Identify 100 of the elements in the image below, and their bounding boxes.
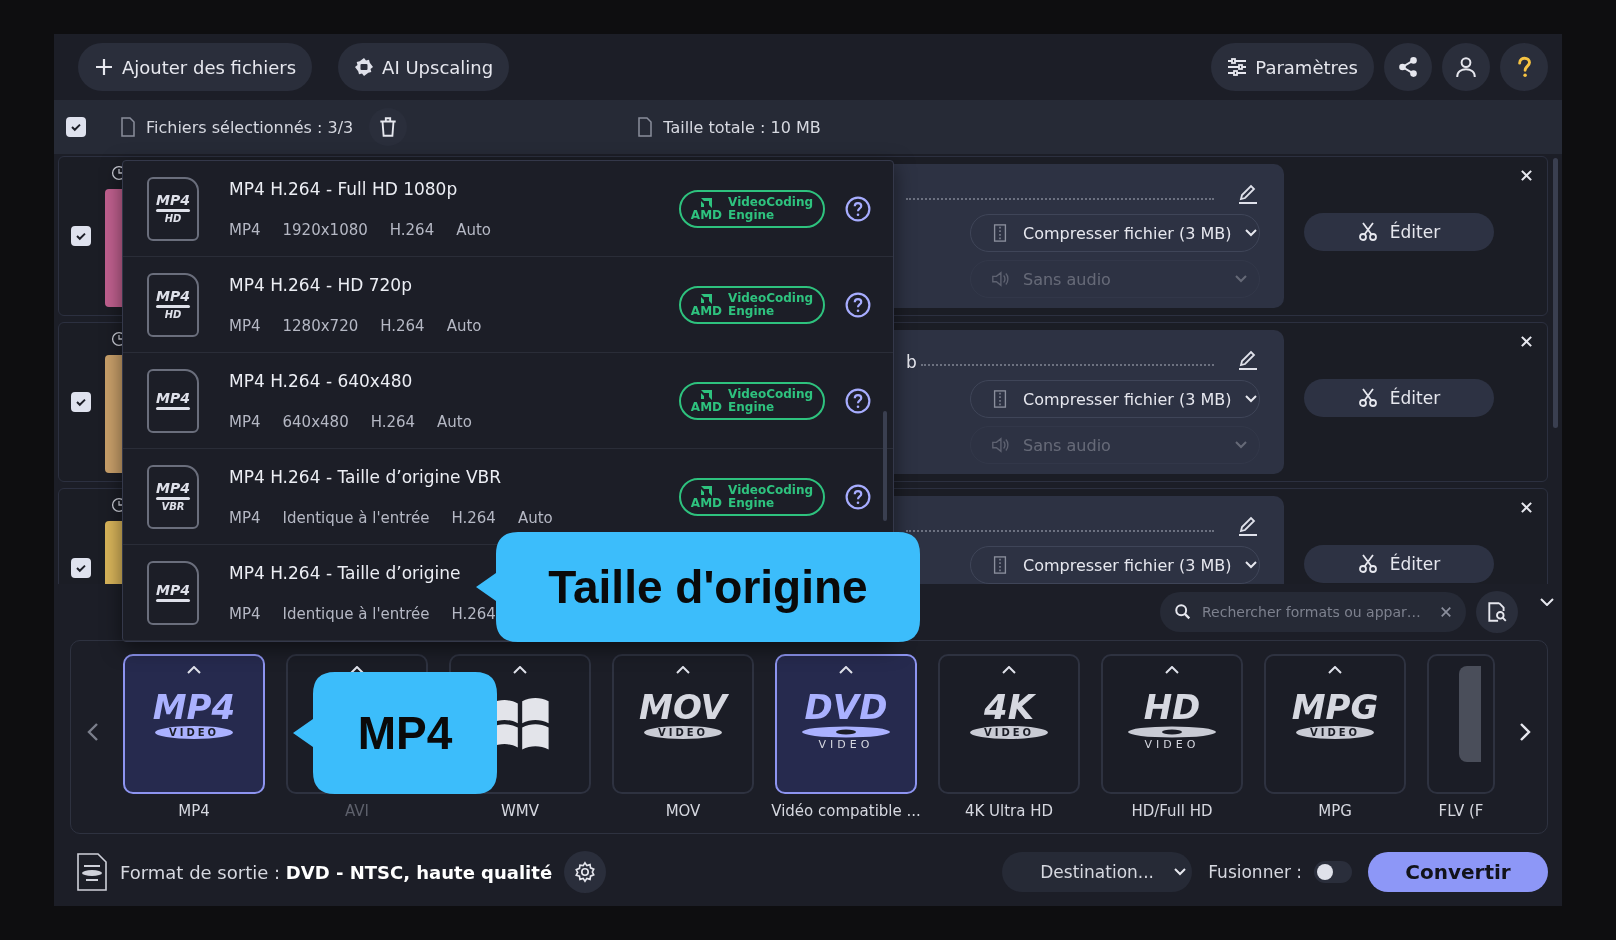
settings-button[interactable]: Paramètres (1211, 43, 1374, 91)
edit-button[interactable]: Éditer (1304, 545, 1494, 583)
help-icon[interactable] (845, 483, 871, 510)
pencil-icon[interactable] (1236, 182, 1260, 206)
share-button[interactable] (1384, 43, 1432, 91)
close-icon[interactable] (1520, 169, 1533, 182)
sliders-icon (1227, 57, 1248, 77)
pencil-icon[interactable] (1236, 514, 1260, 538)
preset-item[interactable]: MP4 HD MP4 H.264 - Full HD 1080p MP4 1920x1080 H.264 Auto AMD VideoCoding Engine (123, 161, 893, 257)
caret-up-icon[interactable] (1328, 666, 1342, 674)
help-icon[interactable] (845, 387, 871, 414)
format-settings-button[interactable] (564, 851, 607, 893)
preset-spec: H.264 (380, 316, 425, 335)
amd-engine-badge: AMD VideoCoding Engine (679, 285, 825, 324)
format-tile[interactable] (1427, 654, 1495, 794)
format-label: 4K Ultra HD (964, 802, 1054, 820)
document-search-icon (1486, 601, 1508, 623)
format-label: Vidéo compatible ... (771, 802, 921, 820)
preset-spec: 1280x720 (282, 316, 359, 335)
scissors-icon (1357, 554, 1378, 574)
caret-up-icon[interactable] (187, 666, 201, 674)
format-logo: 4K (984, 688, 1034, 726)
preset-spec: Auto (456, 220, 491, 239)
preset-item[interactable]: MP4 HD MP4 H.264 - HD 720p MP4 1280x720 H.264 Auto AMD VideoCoding Engine (123, 257, 893, 353)
chevron-down-icon (1235, 441, 1247, 449)
edit-button[interactable]: Éditer (1304, 213, 1494, 251)
preset-title: MP4 H.264 - Taille d’origine (229, 562, 462, 583)
output-format-text: Format de sortie : DVD - NTSC, haute qualité (120, 861, 553, 883)
file-checkbox[interactable] (71, 226, 91, 246)
device-search-button[interactable] (1476, 591, 1518, 633)
close-icon[interactable] (1520, 501, 1533, 514)
format-logo: DVD (804, 688, 888, 726)
mp4-file-icon: MP4 HD (147, 176, 199, 241)
format-tile[interactable]: 4K VIDEO (938, 654, 1080, 794)
search-field[interactable]: Rechercher formats ou appar… (1160, 592, 1466, 632)
file-name: b (906, 352, 917, 372)
share-icon (1397, 56, 1419, 78)
edit-button[interactable]: Éditer (1304, 379, 1494, 417)
select-all-checkbox[interactable] (66, 117, 86, 137)
format-logo: MPG (1291, 688, 1379, 726)
preset-spec: Identique à l'entrée (282, 508, 430, 527)
disc-icon (1127, 726, 1217, 738)
preset-spec: Auto (517, 508, 553, 527)
selected-files-count: Fichiers sélectionnés : 3/3 (146, 117, 354, 137)
chevron-down-icon[interactable] (1540, 598, 1554, 606)
account-button[interactable] (1442, 43, 1490, 91)
format-label: FLV (F (1438, 802, 1484, 820)
help-icon[interactable] (845, 195, 871, 222)
format-tile[interactable]: MPG VIDEO (1264, 654, 1406, 794)
preset-spec: Identique à l'entrée (282, 604, 430, 623)
scrollbar[interactable] (1553, 158, 1558, 428)
help-icon[interactable] (845, 291, 871, 318)
menu-scrollbar[interactable] (883, 411, 887, 521)
film-icon (991, 224, 1009, 242)
chevron-down-icon (1245, 395, 1258, 403)
add-files-button[interactable]: Ajouter des fichiers (78, 43, 313, 91)
pencil-icon[interactable] (1236, 348, 1260, 372)
user-icon (1455, 56, 1477, 78)
format-tile[interactable]: HD VIDEO (1101, 654, 1243, 794)
film-icon (991, 556, 1009, 574)
format-logo: HD (1143, 688, 1201, 726)
caret-up-icon[interactable] (1165, 666, 1179, 674)
caret-up-icon[interactable] (839, 666, 853, 674)
format-label: MP4 (178, 802, 210, 820)
delete-button[interactable] (369, 108, 408, 146)
preset-spec: MP4 (229, 604, 261, 623)
preset-spec: MP4 (229, 220, 261, 239)
gear-icon (574, 861, 597, 883)
chevron-down-icon (1245, 561, 1258, 569)
amd-engine-badge: AMD VideoCoding Engine (679, 189, 825, 228)
clear-icon[interactable] (1440, 606, 1452, 618)
preset-item[interactable]: MP4 MP4 H.264 - 640x480 MP4 640x480 H.264 Auto AMD VideoCoding Engine (123, 353, 893, 449)
close-icon[interactable] (1520, 335, 1533, 348)
help-button[interactable] (1500, 43, 1548, 91)
file-icon (120, 117, 136, 137)
format-label: MPG (1318, 802, 1352, 820)
format-tile[interactable]: DVD VIDEO (775, 654, 917, 794)
preset-spec: H.264 (451, 508, 496, 527)
file-checkbox[interactable] (71, 558, 91, 578)
format-tile[interactable]: MOV VIDEO (612, 654, 754, 794)
preset-spec: MP4 (229, 508, 261, 527)
preset-title: MP4 H.264 - 640x480 (229, 370, 414, 391)
amd-engine-badge: AMD VideoCoding Engine (679, 477, 825, 516)
format-label: HD/Full HD (1131, 802, 1213, 820)
convert-button[interactable]: Convertir (1368, 852, 1548, 892)
caret-up-icon[interactable] (1002, 666, 1016, 674)
preset-spec: 640x480 (282, 412, 349, 431)
search-input[interactable]: Rechercher formats ou appar… (1200, 603, 1432, 621)
chevron-down-icon (1245, 229, 1258, 237)
preset-spec: MP4 (229, 412, 261, 431)
caret-up-icon[interactable] (676, 666, 690, 674)
format-tile[interactable]: MP4 VIDEO (123, 654, 265, 794)
file-icon (637, 117, 654, 137)
scissors-icon (1357, 222, 1378, 242)
destination-dropdown[interactable]: Destination... (1002, 852, 1193, 892)
ai-upscaling-button[interactable]: AI Upscaling (338, 43, 510, 91)
preset-spec: H.264 (370, 412, 416, 431)
caret-up-icon[interactable] (513, 666, 527, 674)
file-checkbox[interactable] (71, 392, 91, 412)
merge-toggle[interactable] (1314, 861, 1352, 883)
